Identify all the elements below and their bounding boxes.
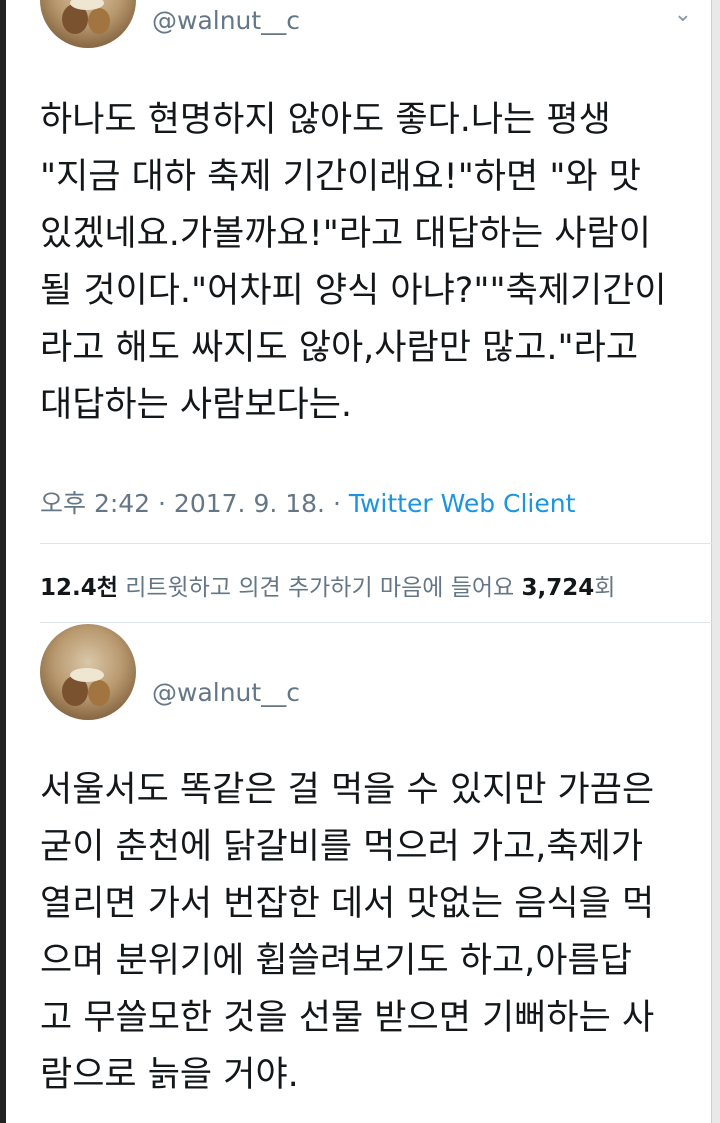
divider xyxy=(40,543,712,544)
user-handle[interactable]: @walnut__c xyxy=(152,678,300,707)
retweets-label[interactable]: 리트윗하고 의견 추가하기 마음에 들어요 xyxy=(118,575,522,601)
tweet-stats: 12.4천 리트윗하고 의견 추가하기 마음에 들어요 3,724회 xyxy=(40,568,615,602)
divider xyxy=(40,622,712,623)
retweets-count[interactable]: 12.4천 xyxy=(40,575,118,601)
tweet-text: 서울서도 똑같은 걸 먹을 수 있지만 가끔은 굳이 춘천에 닭갈비를 먹으러 … xyxy=(40,770,655,1095)
user-handle[interactable]: @walnut__c xyxy=(152,6,300,35)
likes-count[interactable]: 3,724 xyxy=(522,575,595,601)
scrollbar[interactable] xyxy=(711,0,720,1123)
avatar[interactable] xyxy=(40,624,136,720)
window-frame-left xyxy=(0,0,6,1123)
likes-unit: 회 xyxy=(594,575,616,601)
tweet-meta: 오후 2:42 · 2017. 9. 18. · Twitter Web Cli… xyxy=(40,484,575,520)
chevron-down-icon[interactable]: ⌄ xyxy=(674,2,692,27)
client-link[interactable]: Twitter Web Client xyxy=(349,489,576,518)
tweet-text: 하나도 현명하지 않아도 좋다.나는 평생 "지금 대하 축제 기간이래요!"하… xyxy=(40,100,667,425)
avatar[interactable] xyxy=(40,0,136,48)
timestamp[interactable]: 오후 2:42 · 2017. 9. 18. · xyxy=(40,489,349,518)
